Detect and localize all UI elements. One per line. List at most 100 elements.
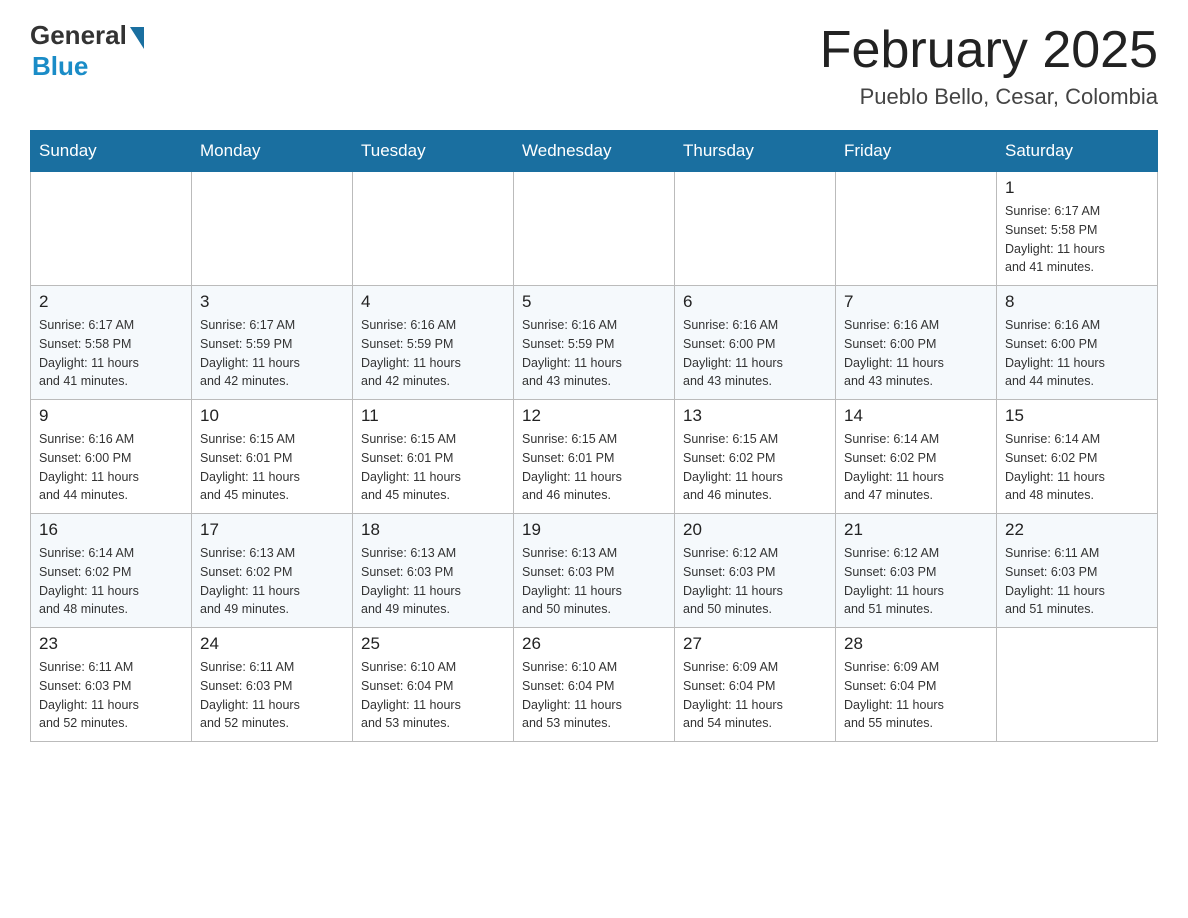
day-number: 2 [39,292,183,312]
calendar-cell [31,172,192,286]
month-title: February 2025 [820,20,1158,80]
day-number: 22 [1005,520,1149,540]
day-number: 11 [361,406,505,426]
day-info: Sunrise: 6:13 AMSunset: 6:02 PMDaylight:… [200,544,344,619]
calendar-cell: 24 Sunrise: 6:11 AMSunset: 6:03 PMDayligh… [192,628,353,742]
calendar-cell: 16Sunrise: 6:14 AMSunset: 6:02 PMDayligh… [31,514,192,628]
day-number: 23 [39,634,183,654]
day-info: Sunrise: 6:13 AMSunset: 6:03 PMDaylight:… [522,544,666,619]
day-info: Sunrise: 6:16 AMSunset: 6:00 PMDaylight:… [1005,316,1149,391]
day-info: Sunrise: 6:11 AMSunset: 6:03 PMDaylight:… [39,658,183,733]
page-header: General Blue February 2025 Pueblo Bello,… [30,20,1158,110]
day-number: 20 [683,520,827,540]
calendar-cell [836,172,997,286]
calendar-cell: 2 Sunrise: 6:17 AMSunset: 5:58 PMDaylight… [31,286,192,400]
calendar-header-row: SundayMondayTuesdayWednesdayThursdayFrid… [31,131,1158,172]
day-number: 12 [522,406,666,426]
calendar-cell: 6 Sunrise: 6:16 AMSunset: 6:00 PMDaylight… [675,286,836,400]
week-row-5: 23 Sunrise: 6:11 AMSunset: 6:03 PMDayligh… [31,628,1158,742]
header-thursday: Thursday [675,131,836,172]
day-number: 24 [200,634,344,654]
logo: General Blue [30,20,144,82]
day-info: Sunrise: 6:12 AMSunset: 6:03 PMDaylight:… [844,544,988,619]
calendar-cell: 25 Sunrise: 6:10 AMSunset: 6:04 PMDayligh… [353,628,514,742]
calendar-cell [353,172,514,286]
calendar-cell: 19 Sunrise: 6:13 AMSunset: 6:03 PMDayligh… [514,514,675,628]
day-number: 28 [844,634,988,654]
day-info: Sunrise: 6:17 AMSunset: 5:58 PMDaylight:… [39,316,183,391]
day-number: 13 [683,406,827,426]
calendar-cell: 5 Sunrise: 6:16 AMSunset: 5:59 PMDaylight… [514,286,675,400]
calendar-cell [997,628,1158,742]
calendar-cell: 4 Sunrise: 6:16 AMSunset: 5:59 PMDaylight… [353,286,514,400]
calendar-cell: 1 Sunrise: 6:17 AMSunset: 5:58 PMDaylight… [997,172,1158,286]
location-title: Pueblo Bello, Cesar, Colombia [820,84,1158,110]
day-number: 27 [683,634,827,654]
day-number: 8 [1005,292,1149,312]
day-info: Sunrise: 6:16 AMSunset: 5:59 PMDaylight:… [522,316,666,391]
calendar-cell: 27 Sunrise: 6:09 AMSunset: 6:04 PMDayligh… [675,628,836,742]
day-info: Sunrise: 6:15 AMSunset: 6:02 PMDaylight:… [683,430,827,505]
header-monday: Monday [192,131,353,172]
calendar-cell: 8 Sunrise: 6:16 AMSunset: 6:00 PMDaylight… [997,286,1158,400]
calendar-cell: 22Sunrise: 6:11 AMSunset: 6:03 PMDayligh… [997,514,1158,628]
day-info: Sunrise: 6:15 AMSunset: 6:01 PMDaylight:… [522,430,666,505]
day-info: Sunrise: 6:16 AMSunset: 5:59 PMDaylight:… [361,316,505,391]
calendar-cell: 10Sunrise: 6:15 AMSunset: 6:01 PMDayligh… [192,400,353,514]
calendar-cell: 23 Sunrise: 6:11 AMSunset: 6:03 PMDayligh… [31,628,192,742]
day-info: Sunrise: 6:17 AMSunset: 5:58 PMDaylight:… [1005,202,1149,277]
header-tuesday: Tuesday [353,131,514,172]
header-wednesday: Wednesday [514,131,675,172]
day-info: Sunrise: 6:13 AMSunset: 6:03 PMDaylight:… [361,544,505,619]
day-number: 9 [39,406,183,426]
week-row-1: 1 Sunrise: 6:17 AMSunset: 5:58 PMDaylight… [31,172,1158,286]
logo-arrow-icon [130,27,144,49]
day-info: Sunrise: 6:10 AMSunset: 6:04 PMDaylight:… [361,658,505,733]
header-sunday: Sunday [31,131,192,172]
day-number: 4 [361,292,505,312]
calendar-cell: 26 Sunrise: 6:10 AMSunset: 6:04 PMDayligh… [514,628,675,742]
day-number: 15 [1005,406,1149,426]
week-row-4: 16Sunrise: 6:14 AMSunset: 6:02 PMDayligh… [31,514,1158,628]
day-number: 17 [200,520,344,540]
header-saturday: Saturday [997,131,1158,172]
day-info: Sunrise: 6:10 AMSunset: 6:04 PMDaylight:… [522,658,666,733]
day-number: 1 [1005,178,1149,198]
day-info: Sunrise: 6:09 AMSunset: 6:04 PMDaylight:… [844,658,988,733]
day-info: Sunrise: 6:09 AMSunset: 6:04 PMDaylight:… [683,658,827,733]
day-number: 6 [683,292,827,312]
day-number: 16 [39,520,183,540]
day-info: Sunrise: 6:11 AMSunset: 6:03 PMDaylight:… [200,658,344,733]
day-number: 25 [361,634,505,654]
calendar-table: SundayMondayTuesdayWednesdayThursdayFrid… [30,130,1158,742]
calendar-cell [675,172,836,286]
logo-general-text: General [30,20,127,51]
day-number: 5 [522,292,666,312]
day-number: 10 [200,406,344,426]
week-row-2: 2 Sunrise: 6:17 AMSunset: 5:58 PMDaylight… [31,286,1158,400]
calendar-cell: 3 Sunrise: 6:17 AMSunset: 5:59 PMDaylight… [192,286,353,400]
day-info: Sunrise: 6:12 AMSunset: 6:03 PMDaylight:… [683,544,827,619]
day-number: 18 [361,520,505,540]
day-number: 3 [200,292,344,312]
calendar-cell: 28 Sunrise: 6:09 AMSunset: 6:04 PMDayligh… [836,628,997,742]
title-section: February 2025 Pueblo Bello, Cesar, Colom… [820,20,1158,110]
calendar-cell: 21Sunrise: 6:12 AMSunset: 6:03 PMDayligh… [836,514,997,628]
day-info: Sunrise: 6:15 AMSunset: 6:01 PMDaylight:… [361,430,505,505]
header-friday: Friday [836,131,997,172]
day-number: 26 [522,634,666,654]
calendar-cell: 15 Sunrise: 6:14 AMSunset: 6:02 PMDayligh… [997,400,1158,514]
day-info: Sunrise: 6:16 AMSunset: 6:00 PMDaylight:… [683,316,827,391]
calendar-cell: 18 Sunrise: 6:13 AMSunset: 6:03 PMDayligh… [353,514,514,628]
calendar-cell: 20 Sunrise: 6:12 AMSunset: 6:03 PMDayligh… [675,514,836,628]
calendar-cell: 9Sunrise: 6:16 AMSunset: 6:00 PMDaylight… [31,400,192,514]
calendar-cell: 13 Sunrise: 6:15 AMSunset: 6:02 PMDayligh… [675,400,836,514]
calendar-cell: 11 Sunrise: 6:15 AMSunset: 6:01 PMDayligh… [353,400,514,514]
calendar-cell: 17 Sunrise: 6:13 AMSunset: 6:02 PMDayligh… [192,514,353,628]
calendar-cell: 14Sunrise: 6:14 AMSunset: 6:02 PMDayligh… [836,400,997,514]
day-number: 19 [522,520,666,540]
calendar-cell: 12 Sunrise: 6:15 AMSunset: 6:01 PMDayligh… [514,400,675,514]
day-info: Sunrise: 6:17 AMSunset: 5:59 PMDaylight:… [200,316,344,391]
day-info: Sunrise: 6:14 AMSunset: 6:02 PMDaylight:… [1005,430,1149,505]
day-number: 7 [844,292,988,312]
